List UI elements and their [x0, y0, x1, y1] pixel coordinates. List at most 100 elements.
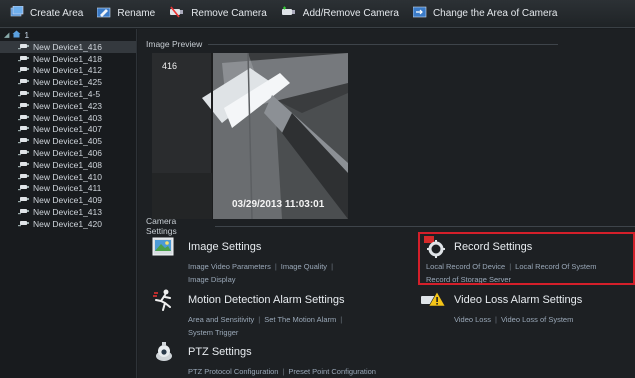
- toolbar: Create Area Rename Remove Camera Add/Rem…: [0, 0, 635, 28]
- device-tree-item[interactable]: New Device1_418: [0, 53, 136, 65]
- device-tree-item[interactable]: New Device1_411: [0, 183, 136, 195]
- rename-icon: [97, 6, 111, 21]
- remove-camera-button[interactable]: Remove Camera: [169, 6, 267, 21]
- set-the-motion-alarm-link[interactable]: Set The Motion Alarm: [264, 315, 336, 324]
- camera-settings-title: Camera Settings: [146, 216, 177, 236]
- image-settings-group: Image Settings Image Video Parameters | Im…: [152, 236, 337, 286]
- add-remove-camera-label: Add/Remove Camera: [302, 8, 399, 19]
- device-tree-item[interactable]: New Device1_412: [0, 65, 136, 77]
- video-loss-title[interactable]: Video Loss Alarm Settings: [454, 294, 582, 306]
- device-tree-item[interactable]: New Device1_425: [0, 76, 136, 88]
- camera-label: 416: [162, 61, 178, 71]
- video-loss-link[interactable]: Video Loss: [454, 315, 491, 324]
- add-remove-camera-icon: [281, 6, 297, 21]
- home-icon: [12, 30, 21, 40]
- camera-icon: [18, 172, 29, 182]
- link-separator: |: [258, 315, 261, 324]
- ptz-settings-title[interactable]: PTZ Settings: [188, 346, 252, 358]
- camera-icon: [18, 160, 29, 170]
- camera-icon: [18, 124, 29, 134]
- link-separator: |: [331, 262, 334, 271]
- link-separator: |: [274, 262, 277, 271]
- system-trigger-link[interactable]: System Trigger: [188, 328, 238, 337]
- device-tree-item[interactable]: New Device1_413: [0, 206, 136, 218]
- collapse-icon[interactable]: ◢: [4, 31, 9, 39]
- device-tree-item[interactable]: New Device1_407: [0, 124, 136, 136]
- camera-preview-image: [152, 53, 348, 219]
- device-label: New Device1_410: [33, 171, 102, 182]
- device-tree-item[interactable]: New Device1_405: [0, 135, 136, 147]
- camera-icon: [18, 65, 29, 75]
- image-settings-icon: [152, 236, 176, 258]
- device-tree-item[interactable]: New Device1_403: [0, 112, 136, 124]
- camera-icon: [18, 113, 29, 123]
- link-separator: |: [282, 367, 285, 376]
- create-area-label: Create Area: [30, 8, 84, 19]
- create-area-button[interactable]: Create Area: [10, 5, 84, 21]
- device-label: New Device1_423: [33, 100, 102, 111]
- motion-detection-group: Motion Detection Alarm Settings Area and…: [152, 289, 346, 339]
- camera-icon: [18, 148, 29, 158]
- link-separator: |: [494, 315, 497, 324]
- camera-icon: [18, 195, 29, 205]
- device-label: New Device1_425: [33, 77, 102, 88]
- video-loss-icon: [420, 289, 446, 311]
- remove-camera-label: Remove Camera: [191, 8, 267, 19]
- change-area-button[interactable]: Change the Area of Camera: [412, 6, 557, 21]
- device-label: New Device1_4-5: [33, 89, 101, 100]
- image-preview: 416 03/29/2013 11:03:01: [152, 53, 348, 219]
- device-tree-item[interactable]: New Device1_406: [0, 147, 136, 159]
- video-loss-group: Video Loss Alarm Settings Video Loss | Vid…: [420, 289, 582, 326]
- camera-icon: [18, 207, 29, 217]
- motion-detection-icon: [152, 289, 176, 311]
- camera-icon: [18, 42, 29, 52]
- remove-camera-icon: [169, 6, 185, 21]
- divider: [215, 225, 635, 227]
- camera-icon: [18, 77, 29, 87]
- device-label: New Device1_406: [33, 148, 102, 159]
- main-panel: Image Preview 416 03/29/2013 11:03:01 Ca…: [138, 29, 635, 378]
- link-separator: |: [340, 315, 343, 324]
- device-tree-item[interactable]: New Device1_408: [0, 159, 136, 171]
- change-area-icon: [412, 6, 427, 21]
- image-display-link[interactable]: Image Display: [188, 275, 236, 284]
- camera-icon: [18, 183, 29, 193]
- device-tree-item[interactable]: New Device1_410: [0, 171, 136, 183]
- rename-label: Rename: [117, 8, 156, 19]
- area-and-sensitivity-link[interactable]: Area and Sensitivity: [188, 315, 254, 324]
- device-label: New Device1_418: [33, 53, 102, 64]
- camera-icon: [18, 101, 29, 111]
- video-loss-of-system-link[interactable]: Video Loss of System: [501, 315, 573, 324]
- preview-timestamp: 03/29/2013 11:03:01: [232, 199, 325, 210]
- record-settings-highlight: [418, 232, 635, 285]
- device-tree-item[interactable]: New Device1_420: [0, 218, 136, 230]
- camera-icon: [18, 54, 29, 64]
- device-label: New Device1_420: [33, 218, 102, 229]
- image-quality-link[interactable]: Image Quality: [281, 262, 327, 271]
- device-label: New Device1_409: [33, 195, 102, 206]
- create-area-icon: [10, 5, 24, 21]
- preset-point-configuration-link[interactable]: Preset Point Configuration: [288, 367, 376, 376]
- motion-detection-title[interactable]: Motion Detection Alarm Settings: [188, 294, 345, 306]
- device-label: New Device1_405: [33, 136, 102, 147]
- device-label: New Device1_413: [33, 207, 102, 218]
- ptz-protocol-configuration-link[interactable]: PTZ Protocol Configuration: [188, 367, 278, 376]
- device-label: New Device1_408: [33, 159, 102, 170]
- device-label: New Device1_416: [33, 41, 102, 52]
- image-settings-title[interactable]: Image Settings: [188, 241, 261, 253]
- device-list: New Device1_416 New Device1_418 New Device…: [0, 41, 136, 230]
- device-tree-item[interactable]: New Device1_409: [0, 194, 136, 206]
- camera-icon: [18, 219, 29, 229]
- camera-icon: [18, 89, 29, 99]
- device-label: New Device1_411: [33, 183, 102, 194]
- tree-root[interactable]: ◢ 1: [0, 29, 136, 41]
- device-tree-item[interactable]: New Device1_423: [0, 100, 136, 112]
- device-tree: ◢ 1 New Device1_416 New Device1_418 New De…: [0, 29, 137, 378]
- rename-button[interactable]: Rename: [97, 6, 155, 21]
- add-remove-camera-button[interactable]: Add/Remove Camera: [281, 6, 399, 21]
- image-preview-title: Image Preview: [146, 39, 203, 49]
- image-video-parameters-link[interactable]: Image Video Parameters: [188, 262, 271, 271]
- device-tree-item[interactable]: New Device1_4-5: [0, 88, 136, 100]
- device-tree-item[interactable]: New Device1_416: [0, 41, 136, 53]
- tree-root-label: 1: [24, 30, 30, 40]
